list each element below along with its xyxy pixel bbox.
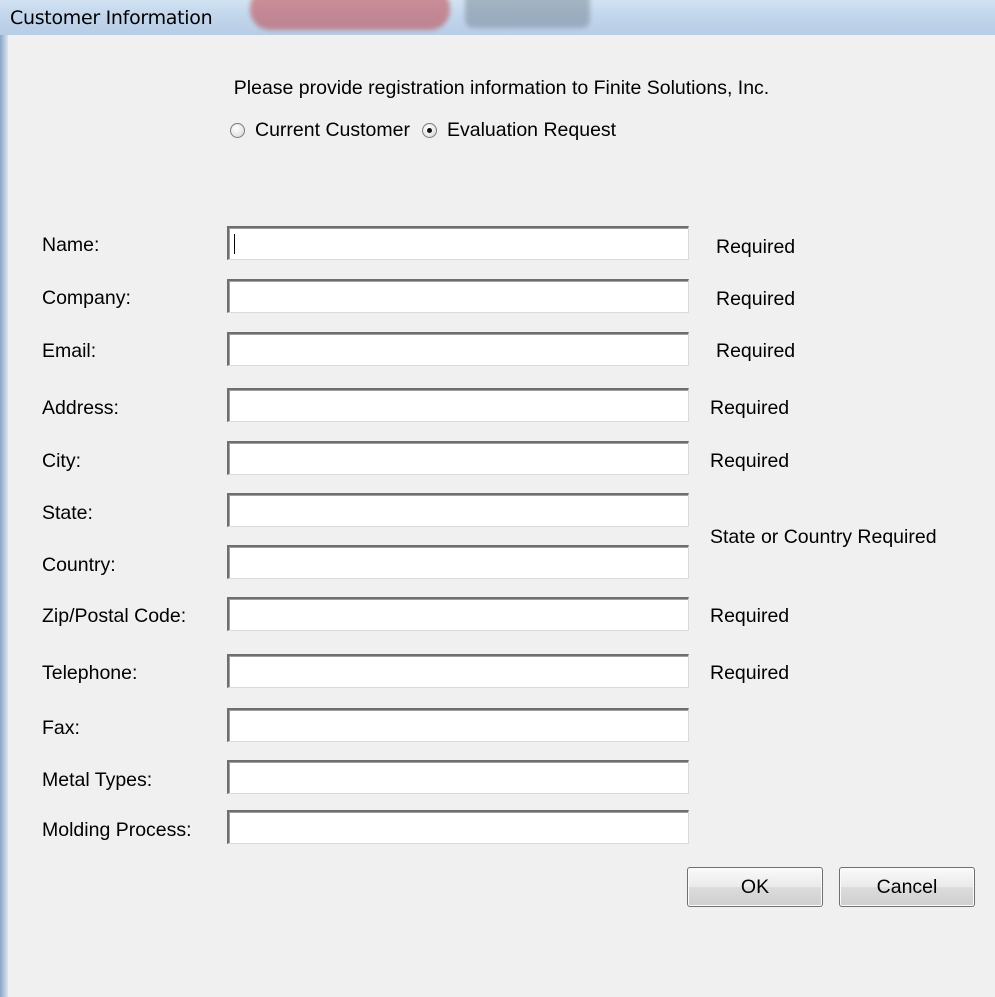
molding-process-label: Molding Process: xyxy=(42,819,192,841)
telephone-field[interactable] xyxy=(227,654,689,688)
evaluation-request-label[interactable]: Evaluation Request xyxy=(447,119,616,142)
current-customer-label[interactable]: Current Customer xyxy=(255,119,410,142)
cancel-button[interactable]: Cancel xyxy=(839,867,975,907)
evaluation-request-radio[interactable] xyxy=(421,122,437,138)
molding-process-field[interactable] xyxy=(227,810,689,844)
name-required-note: Required xyxy=(716,236,796,258)
city-field[interactable] xyxy=(227,441,689,475)
city-required-note: Required xyxy=(710,450,790,472)
company-label: Company: xyxy=(42,287,131,309)
ok-button[interactable]: OK xyxy=(687,867,823,907)
email-field[interactable] xyxy=(227,332,689,366)
address-required-note: Required xyxy=(710,397,790,419)
telephone-required-note: Required xyxy=(710,662,790,684)
city-label: City: xyxy=(42,450,81,472)
fax-label: Fax: xyxy=(42,717,80,739)
address-field[interactable] xyxy=(227,388,689,422)
current-customer-radio[interactable] xyxy=(230,122,245,138)
customer-type-group: Current Customer Evaluation Request xyxy=(230,117,628,143)
window-title: Customer Information xyxy=(10,7,213,29)
metal-types-label: Metal Types: xyxy=(42,769,153,791)
intro-text: Please provide registration information … xyxy=(233,77,770,99)
company-field[interactable] xyxy=(227,279,689,313)
name-label: Name: xyxy=(42,234,100,256)
address-label: Address: xyxy=(42,397,119,419)
email-label: Email: xyxy=(42,340,97,362)
dialog-body: Please provide registration information … xyxy=(8,35,995,997)
metal-types-field[interactable] xyxy=(227,760,689,794)
zip-label: Zip/Postal Code: xyxy=(42,605,187,627)
fax-field[interactable] xyxy=(227,708,689,742)
telephone-label: Telephone: xyxy=(42,662,138,684)
title-bar[interactable]: Customer Information xyxy=(0,0,995,35)
email-required-note: Required xyxy=(716,340,796,362)
zip-field[interactable] xyxy=(227,597,689,631)
country-field[interactable] xyxy=(227,545,689,579)
text-caret xyxy=(234,234,235,254)
country-label: Country: xyxy=(42,554,116,576)
company-required-note: Required xyxy=(716,288,796,310)
state-label: State: xyxy=(42,502,93,524)
state-field[interactable] xyxy=(227,493,689,527)
window-border xyxy=(0,35,8,997)
background-logo xyxy=(250,0,590,35)
zip-required-note: Required xyxy=(710,605,790,627)
name-field[interactable] xyxy=(227,226,689,260)
state-country-required-note: State or Country Required xyxy=(710,526,937,548)
